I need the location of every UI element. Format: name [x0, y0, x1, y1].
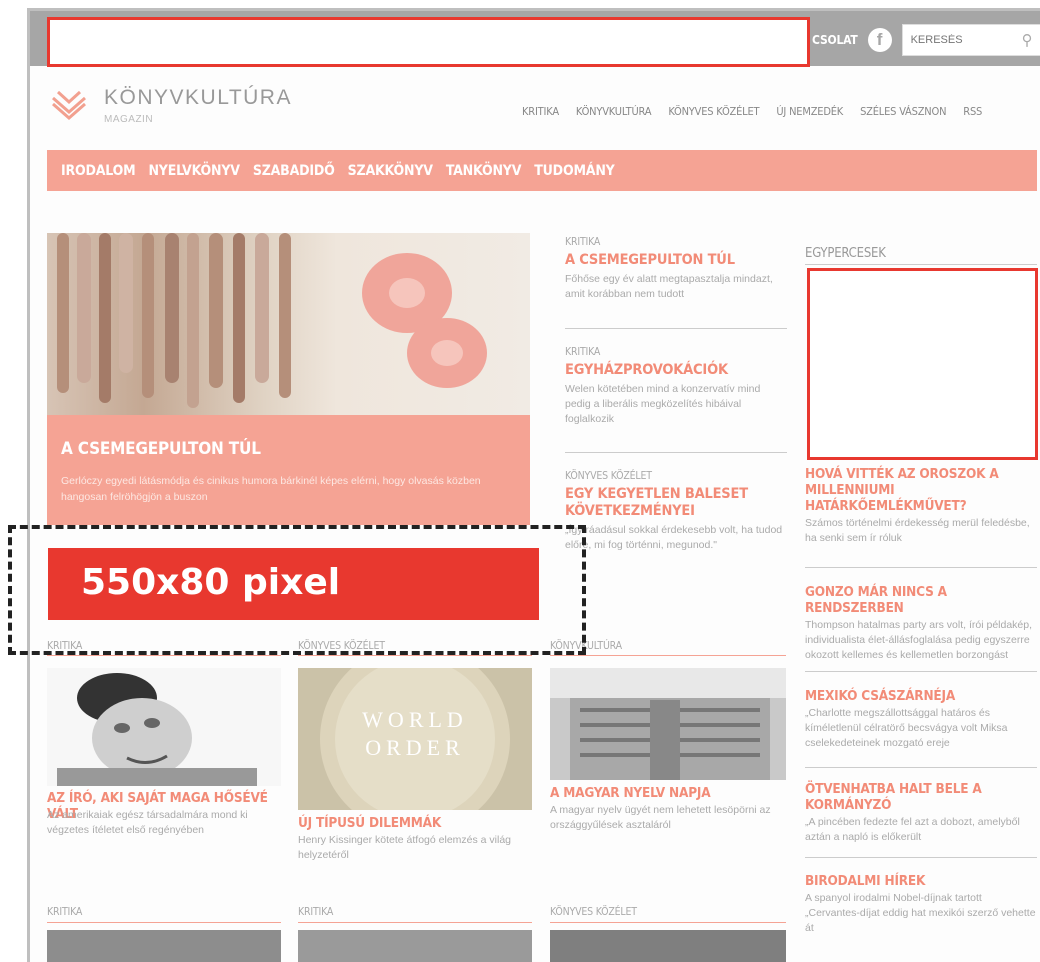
search-box[interactable]: ⚲ [901, 24, 1040, 56]
mid-article-2[interactable]: KRITIKA EGYHÁZPROVOKÁCIÓK Welen kötetébe… [565, 346, 785, 427]
article-title[interactable]: EGY KEGYETLEN BALESET KÖVETKEZMÉNYEI [565, 486, 785, 520]
section-line [550, 655, 786, 656]
sidebar-item-desc: „A pincében fedezte fel azt a dobozt, am… [805, 816, 1020, 843]
mid-article-3[interactable]: KÖNYVES KÖZÉLET EGY KEGYETLEN BALESET KÖ… [565, 470, 785, 553]
sidebar-item-desc: „Charlotte megszállottsággal határos és … [805, 707, 1008, 749]
search-input[interactable] [910, 34, 1011, 46]
sidebar-item-desc: Thompson hatalmas party ars volt, írói p… [805, 619, 1033, 661]
world-order-text: ORDER [365, 735, 465, 760]
category-item[interactable]: NYELVKÖNYV [148, 163, 240, 179]
divider [565, 328, 787, 329]
hero-description: Gerlóczy egyedi látásmódja és cinikus hu… [61, 475, 481, 503]
section-line [47, 922, 281, 923]
category-item[interactable]: TANKÖNYV [446, 163, 522, 179]
section-line [298, 655, 532, 656]
section-label[interactable]: KÖNYVES KÖZÉLET [550, 906, 637, 918]
search-icon[interactable]: ⚲ [1022, 31, 1033, 49]
sidebar-ad-placeholder[interactable] [807, 268, 1038, 460]
site-logo[interactable]: KÖNYVKULTÚRA MAGAZIN [50, 86, 292, 125]
article-thumbnail[interactable] [550, 930, 786, 962]
sidebar-item-title[interactable]: MEXIKÓ CSÁSZÁRNÉJA [805, 688, 1037, 704]
logo-chevron-icon [52, 90, 86, 120]
main-nav-item[interactable]: KRITIKA [522, 105, 559, 118]
sidebar-item-title[interactable]: HOVÁ VITTÉK AZ OROSZOK A MILLENNIUMI HAT… [805, 466, 1037, 514]
divider [805, 671, 1037, 672]
grid-description: Az amerikaiak egész társadalmára mond ki… [47, 809, 248, 836]
hero-title[interactable]: A CSEMEGEPULTON TÚL [61, 439, 516, 459]
grid-description: A magyar nyelv ügyét nem lehetett lesöpö… [550, 804, 771, 831]
sidebar-item[interactable]: BIRODALMI HÍREK A spanyol irodalmi Nobel… [805, 873, 1037, 936]
sidebar-item-desc: Számos történelmi érdekesség merül feled… [805, 517, 1030, 544]
divider [805, 767, 1037, 768]
article-kicker[interactable]: KRITIKA [565, 346, 785, 358]
hero-image [47, 233, 530, 415]
grid-title[interactable]: A MAGYAR NYELV NAPJA [550, 785, 790, 801]
section-line [550, 922, 786, 923]
section-label[interactable]: KRITIKA [47, 906, 82, 918]
category-item[interactable]: SZABADIDŐ [253, 163, 335, 179]
mid-article-1[interactable]: KRITIKA A CSEMEGEPULTON TÚL Főhőse egy é… [565, 236, 785, 302]
divider [565, 452, 787, 453]
logo-subtitle: MAGAZIN [104, 114, 154, 125]
article-thumbnail[interactable] [298, 930, 532, 962]
category-item[interactable]: IRODALOM [61, 163, 136, 179]
category-item[interactable]: SZAKKÖNYV [348, 163, 433, 179]
article-description: „Így ráadásul sokkal érdekesebb volt, ha… [565, 524, 783, 551]
article-title[interactable]: A CSEMEGEPULTON TÚL [565, 252, 785, 269]
facebook-icon[interactable]: f [867, 28, 892, 52]
main-nav-item[interactable]: ÚJ NEMZEDÉK [776, 105, 843, 118]
main-nav-item[interactable]: RSS [963, 105, 982, 118]
sidebar-item-title[interactable]: ÖTVENHATBA HALT BELE A KORMÁNYZÓ [805, 781, 1037, 813]
sidebar-item[interactable]: GONZO MÁR NINCS A RENDSZERBEN Thompson h… [805, 584, 1037, 663]
main-nav-item[interactable]: KÖNYVES KÖZÉLET [668, 105, 759, 118]
article-description: Főhőse egy év alatt megtapasztalja minda… [565, 273, 773, 300]
divider [805, 264, 1037, 265]
sidebar-item-title[interactable]: GONZO MÁR NINCS A RENDSZERBEN [805, 584, 1037, 616]
main-nav: KRITIKA KÖNYVKULTÚRA KÖNYVES KÖZÉLET ÚJ … [522, 105, 982, 118]
article-description: Welen kötetében mind a konzervatív mind … [565, 383, 761, 425]
section-label[interactable]: KRITIKA [298, 906, 333, 918]
top-right-tools: CSOLAT f ⚲ [812, 22, 1040, 58]
article-title[interactable]: EGYHÁZPROVOKÁCIÓK [565, 362, 785, 379]
category-item[interactable]: TUDOMÁNY [534, 163, 615, 179]
logo-name: KÖNYVKULTÚRA [104, 86, 292, 109]
hero-article[interactable]: A CSEMEGEPULTON TÚL Gerlóczy egyedi látá… [47, 233, 530, 525]
world-order-text: WORLD [362, 707, 468, 732]
banner-dashed-outline [8, 525, 586, 655]
main-nav-item[interactable]: SZÉLES VÁSZNON [860, 105, 946, 118]
article-kicker[interactable]: KÖNYVES KÖZÉLET [565, 470, 785, 482]
main-nav-item[interactable]: KÖNYVKULTÚRA [576, 105, 652, 118]
article-thumbnail[interactable]: WORLD ORDER [298, 668, 532, 810]
sidebar-item[interactable]: ÖTVENHATBA HALT BELE A KORMÁNYZÓ „A pinc… [805, 781, 1037, 845]
article-kicker[interactable]: KRITIKA [565, 236, 785, 248]
grid-description: Henry Kissinger kötete átfogó elemzés a … [298, 834, 512, 861]
sidebar-item[interactable]: MEXIKÓ CSÁSZÁRNÉJA „Charlotte megszállot… [805, 688, 1037, 751]
divider [805, 567, 1037, 568]
sidebar-item[interactable]: HOVÁ VITTÉK AZ OROSZOK A MILLENNIUMI HAT… [805, 466, 1037, 546]
sidebar-heading: EGYPERCESEK [805, 246, 886, 261]
category-nav: IRODALOM NYELVKÖNYV SZABADIDŐ SZAKKÖNYV … [47, 150, 1037, 191]
article-thumbnail[interactable] [47, 668, 281, 786]
section-line [298, 922, 532, 923]
article-thumbnail[interactable] [47, 930, 281, 962]
sidebar-item-desc: A spanyol irodalmi Nobel-díjnak tartott … [805, 892, 1036, 934]
top-ad-placeholder[interactable] [47, 17, 810, 67]
divider [805, 857, 1037, 858]
sidebar-item-title[interactable]: BIRODALMI HÍREK [805, 873, 1037, 889]
sidebar-heading-wrap: EGYPERCESEK [805, 246, 1037, 261]
article-thumbnail[interactable] [550, 668, 786, 780]
grid-title[interactable]: ÚJ TÍPUSÚ DILEMMÁK [298, 815, 538, 831]
section-line [47, 655, 281, 656]
top-link[interactable]: CSOLAT [812, 33, 858, 47]
